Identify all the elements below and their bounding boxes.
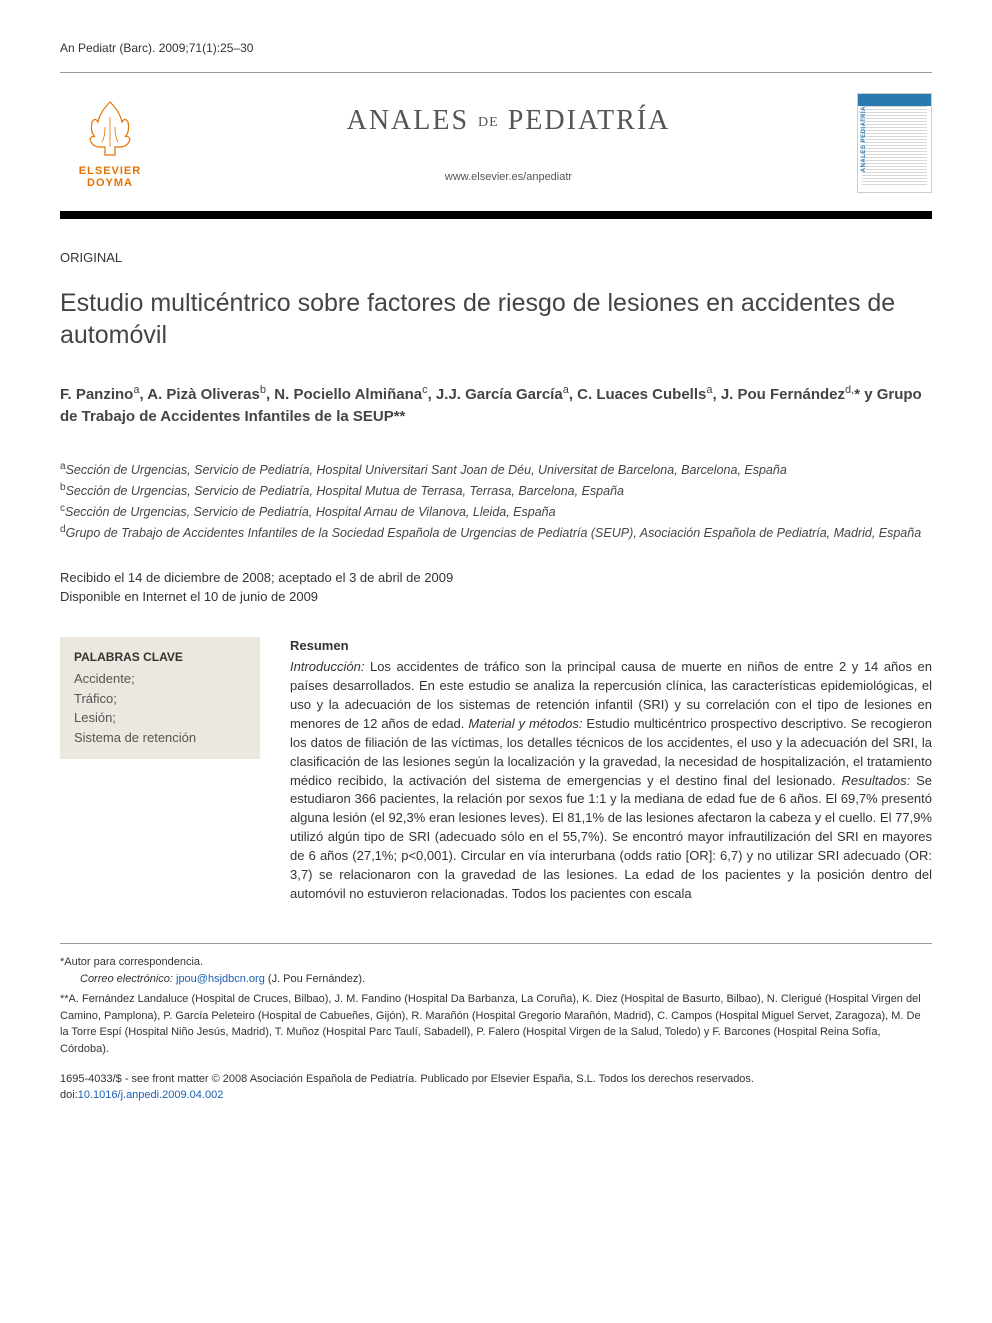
affiliation-item: dGrupo de Trabajo de Accidentes Infantil… [60,522,932,543]
journal-title-sub: PEDIATRÍA [508,105,671,136]
section-label: ORIGINAL [60,249,932,267]
journal-cover-thumbnail [857,93,932,193]
publisher-logo: ELSEVIER DOYMA [60,97,160,189]
journal-title-main: ANALES [347,105,469,136]
online-date: Disponible en Internet el 10 de junio de… [60,587,932,607]
journal-header: ELSEVIER DOYMA ANALES DE PEDIATRÍA www.e… [60,72,932,203]
journal-title-de: DE [478,114,499,129]
article-title: Estudio multicéntrico sobre factores de … [60,287,932,352]
footnotes: *Autor para correspondencia. Correo elec… [60,943,932,1057]
citation-reference: An Pediatr (Barc). 2009;71(1):25–30 [60,40,932,57]
keyword-item: Tráfico; [74,689,246,709]
journal-title: ANALES DE PEDIATRÍA [160,101,857,140]
article-dates: Recibido el 14 de diciembre de 2008; ace… [60,568,932,607]
email-label: Correo electrónico: [80,973,173,985]
abstract-section: Resultados: Se estudiaron 366 pacientes,… [290,773,932,901]
journal-url[interactable]: www.elsevier.es/anpediatr [160,170,857,185]
abstract-heading: Resumen [290,637,932,656]
publisher-name: ELSEVIER DOYMA [79,165,141,189]
corresponding-email: Correo electrónico: jpou@hsjdbcn.org (J.… [80,971,932,988]
keywords-box: PALABRAS CLAVE Accidente;Tráfico;Lesión;… [60,637,260,760]
elsevier-tree-icon [80,97,140,162]
copyright-line: 1695-4033/$ - see front matter © 2008 As… [60,1072,932,1087]
keywords-title: PALABRAS CLAVE [74,649,246,666]
doi-label: doi: [60,1089,78,1101]
keyword-item: Accidente; [74,669,246,689]
email-link[interactable]: jpou@hsjdbcn.org [176,973,265,985]
keyword-item: Lesión; [74,708,246,728]
affiliation-item: aSección de Urgencias, Servicio de Pedia… [60,459,932,480]
affiliation-item: bSección de Urgencias, Servicio de Pedia… [60,480,932,501]
received-accepted-date: Recibido el 14 de diciembre de 2008; ace… [60,568,932,588]
keyword-item: Sistema de retención [74,728,246,748]
authors-list: F. Panzinoa, A. Pizà Oliverasb, N. Pocie… [60,382,932,429]
abstract-block: PALABRAS CLAVE Accidente;Tráfico;Lesión;… [60,637,932,904]
affiliation-item: cSección de Urgencias, Servicio de Pedia… [60,501,932,522]
corresponding-author-note: *Autor para correspondencia. [60,954,932,971]
working-group-note: **A. Fernández Landaluce (Hospital de Cr… [60,991,932,1057]
abstract-text: Resumen Introducción: Los accidentes de … [290,637,932,904]
doi-link[interactable]: 10.1016/j.anpedi.2009.04.002 [78,1089,224,1101]
email-author-name: (J. Pou Fernández). [268,973,365,985]
journal-title-block: ANALES DE PEDIATRÍA www.elsevier.es/anpe… [160,101,857,186]
copyright-doi: 1695-4033/$ - see front matter © 2008 As… [60,1072,932,1103]
keywords-list: Accidente;Tráfico;Lesión;Sistema de rete… [74,669,246,747]
affiliations: aSección de Urgencias, Servicio de Pedia… [60,459,932,543]
divider-bar [60,211,932,219]
